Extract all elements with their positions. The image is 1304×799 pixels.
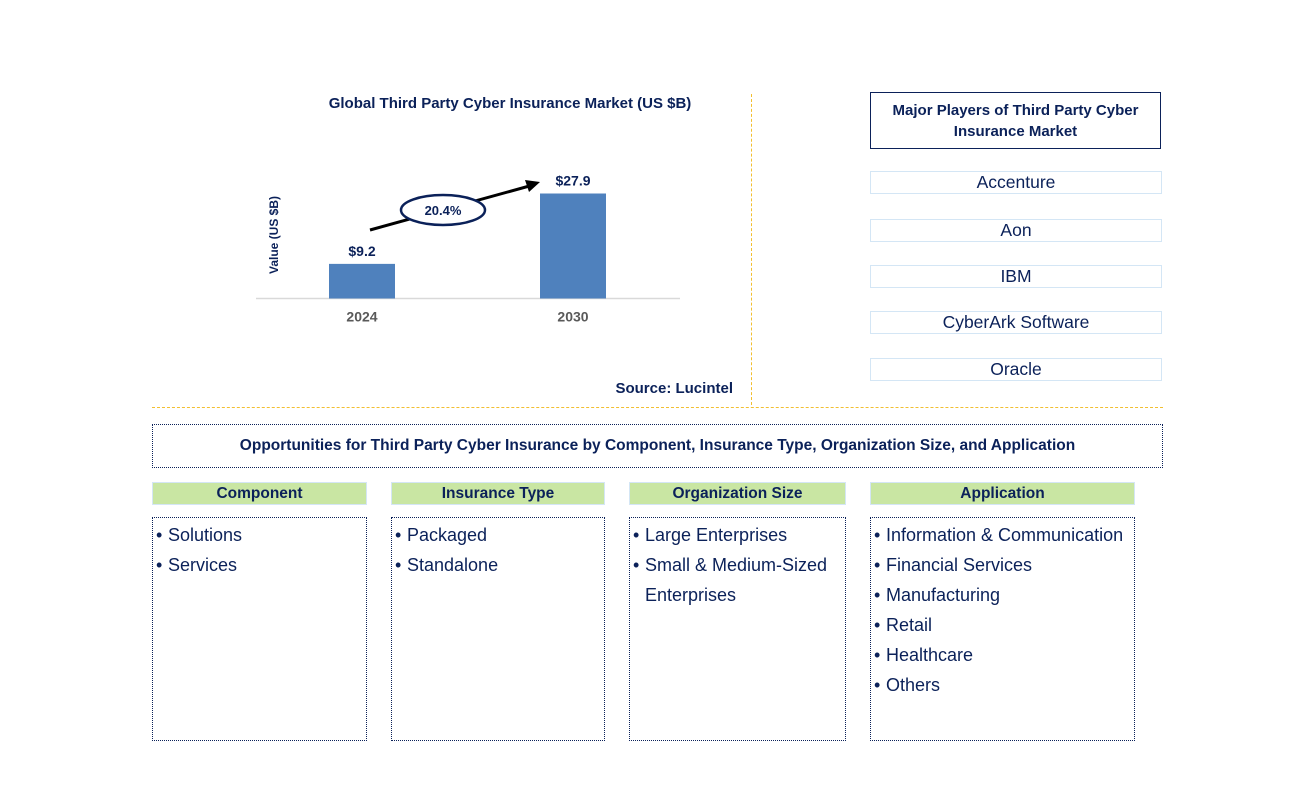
player-item: Accenture — [870, 171, 1162, 194]
category-item: • Solutions — [156, 525, 243, 545]
source-label: Source: Lucintel — [615, 380, 733, 397]
player-item: CyberArk Software — [870, 311, 1162, 334]
category-header: Organization Size — [629, 482, 846, 505]
data-label-2030: $27.9 — [555, 173, 590, 189]
category-list: • Large Enterprises • Small & Medium-Sized E… — [629, 517, 846, 741]
player-item: Aon — [870, 219, 1162, 242]
category-item: • Large Enterprises — [633, 525, 788, 545]
category-item: • Others — [874, 675, 941, 695]
category-header: Insurance Type — [391, 482, 605, 505]
chart-title: Global Third Party Cyber Insurance Marke… — [328, 95, 692, 112]
x-tick-2030: 2030 — [557, 309, 588, 325]
player-item: Oracle — [870, 358, 1162, 381]
cagr-arrowhead — [525, 180, 540, 192]
cagr-annotation: 20.4% — [369, 180, 540, 232]
category-item: • Small & Medium-Sized Enterprises — [633, 555, 828, 605]
category-list: • Packaged • Standalone — [391, 517, 605, 741]
category-item: • Information & Communication — [874, 525, 1124, 545]
category-item: • Packaged — [395, 525, 488, 545]
cagr-label: 20.4% — [425, 203, 462, 218]
category-item: • Services — [156, 555, 238, 575]
bar-2030 — [540, 193, 606, 299]
x-tick-2024: 2024 — [346, 309, 377, 325]
player-item: IBM — [870, 265, 1162, 288]
category-item: • Standalone — [395, 555, 499, 575]
market-bar-chart: Value (US $B) $9.2 2024 $27.9 2030 20.4% — [256, 173, 680, 325]
category-item: • Healthcare — [874, 645, 974, 665]
category-item: • Retail — [874, 615, 933, 635]
players-title: Major Players of Third Party Cyber Insur… — [870, 92, 1161, 149]
opportunities-title: Opportunities for Third Party Cyber Insu… — [152, 424, 1163, 468]
y-axis-label: Value (US $B) — [267, 196, 281, 274]
bar-2024 — [329, 263, 395, 299]
category-list: • Solutions • Services — [152, 517, 367, 741]
category-list: • Information & Communication • Financial S… — [870, 517, 1135, 741]
category-header: Application — [870, 482, 1135, 505]
horizontal-divider — [152, 407, 1163, 408]
vertical-divider — [751, 94, 752, 405]
category-header: Component — [152, 482, 367, 505]
category-item: • Manufacturing — [874, 585, 1001, 605]
data-label-2024: $9.2 — [348, 243, 375, 259]
category-item: • Financial Services — [874, 555, 1033, 575]
